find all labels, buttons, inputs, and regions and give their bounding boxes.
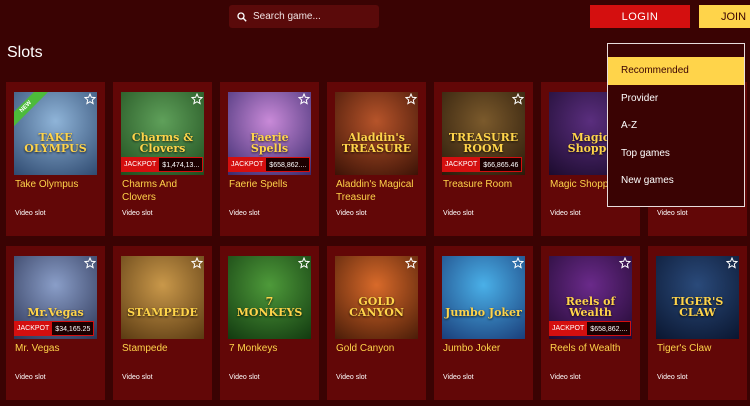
game-card[interactable]: Reels of Wealth JACKPOT $658,862.... Reels …	[541, 246, 640, 400]
jackpot-badge: JACKPOT $658,862....	[228, 157, 311, 172]
jackpot-amount: $66,865.46	[480, 157, 523, 172]
search-placeholder: Search game...	[253, 11, 321, 22]
jackpot-badge: JACKPOT $1,474,13...	[121, 157, 204, 172]
search-icon	[237, 11, 247, 22]
game-name[interactable]: Jumbo Joker	[443, 342, 527, 355]
game-thumbnail-title: TAKE OLYMPUS	[24, 130, 87, 156]
jackpot-badge: JACKPOT $66,865.46	[442, 157, 523, 172]
game-thumbnail-title: Reels of Wealth	[565, 294, 616, 320]
game-card[interactable]: Aladdin's TREASURE Aladdin's Magical Trea…	[327, 82, 426, 236]
jackpot-badge: JACKPOT $658,862....	[549, 321, 632, 336]
game-card[interactable]: Faerie Spells JACKPOT $658,862.... Faerie S…	[220, 82, 319, 236]
game-card[interactable]: Jumbo Joker Jumbo Joker Video slot	[434, 246, 533, 400]
favorite-star-icon[interactable]	[618, 256, 632, 269]
game-name[interactable]: Treasure Room	[443, 178, 527, 191]
game-thumbnail-title: Aladdin's TREASURE	[341, 130, 412, 156]
game-name[interactable]: Stampede	[122, 342, 206, 355]
sort-option-a-z[interactable]: A-Z	[608, 112, 744, 140]
login-button[interactable]: LOGIN	[590, 5, 690, 28]
favorite-star-icon[interactable]	[404, 92, 418, 105]
game-thumbnail-title: Mr.Vegas	[27, 306, 84, 320]
favorite-star-icon[interactable]	[297, 256, 311, 269]
game-name[interactable]: Aladdin's Magical Treasure	[336, 178, 420, 204]
game-card[interactable]: Charms & Clovers JACKPOT $1,474,13... Charm…	[113, 82, 212, 236]
game-type: Video slot	[15, 210, 46, 217]
jackpot-label: JACKPOT	[442, 157, 481, 172]
jackpot-amount: $658,862....	[266, 157, 311, 172]
favorite-star-icon[interactable]	[190, 256, 204, 269]
game-type: Video slot	[657, 210, 688, 217]
favorite-star-icon[interactable]	[297, 92, 311, 105]
game-type: Video slot	[229, 210, 260, 217]
favorite-star-icon[interactable]	[83, 92, 97, 105]
game-thumbnail-title: Charms & Clovers	[131, 130, 194, 156]
game-name[interactable]: 7 Monkeys	[229, 342, 313, 355]
game-card[interactable]: Mr.Vegas JACKPOT $34,165.25 Mr. Vegas Video …	[6, 246, 105, 400]
game-name[interactable]: Faerie Spells	[229, 178, 313, 191]
sort-option-provider[interactable]: Provider	[608, 85, 744, 113]
game-type: Video slot	[657, 374, 688, 381]
jackpot-label: JACKPOT	[549, 321, 588, 336]
game-type: Video slot	[15, 374, 46, 381]
favorite-star-icon[interactable]	[404, 256, 418, 269]
favorite-star-icon[interactable]	[190, 92, 204, 105]
jackpot-amount: $658,862....	[587, 321, 632, 336]
join-button[interactable]: JOIN	[699, 5, 750, 28]
jackpot-label: JACKPOT	[14, 321, 53, 336]
game-name[interactable]: Take Olympus	[15, 178, 99, 191]
favorite-star-icon[interactable]	[725, 256, 739, 269]
game-name[interactable]: Mr. Vegas	[15, 342, 99, 355]
game-card[interactable]: TIGER'S CLAW Tiger's Claw Video slot	[648, 246, 747, 400]
game-card[interactable]: GOLD CANYON Gold Canyon Video slot	[327, 246, 426, 400]
game-type: Video slot	[229, 374, 260, 381]
game-thumbnail-title: STAMPEDE	[127, 306, 198, 320]
jackpot-label: JACKPOT	[228, 157, 267, 172]
sort-option-recommended[interactable]: Recommended	[608, 57, 744, 85]
game-type: Video slot	[443, 374, 474, 381]
jackpot-amount: $34,165.25	[52, 321, 95, 336]
game-name[interactable]: Reels of Wealth	[550, 342, 634, 355]
new-badge: NEW	[14, 92, 48, 129]
game-thumbnail-title: TREASURE ROOM	[448, 130, 519, 156]
game-name[interactable]: Tiger's Claw	[657, 342, 741, 355]
game-thumbnail-title: TIGER'S CLAW	[671, 294, 724, 320]
game-name[interactable]: Charms And Clovers	[122, 178, 206, 204]
sort-dropdown-menu: Recommended Provider A-Z Top games New games	[607, 43, 745, 207]
game-thumbnail-title: 7 MONKEYS	[236, 294, 303, 320]
game-type: Video slot	[336, 374, 367, 381]
game-type: Video slot	[550, 374, 581, 381]
game-name[interactable]: Gold Canyon	[336, 342, 420, 355]
game-card[interactable]: STAMPEDE Stampede Video slot	[113, 246, 212, 400]
sort-option-new-games[interactable]: New games	[608, 167, 744, 195]
game-card[interactable]: TREASURE ROOM JACKPOT $66,865.46 Treasure R…	[434, 82, 533, 236]
page-title: Slots	[7, 44, 43, 61]
game-type: Video slot	[550, 210, 581, 217]
jackpot-badge: JACKPOT $34,165.25	[14, 321, 95, 336]
favorite-star-icon[interactable]	[511, 256, 525, 269]
game-thumbnail-title: GOLD CANYON	[349, 294, 404, 320]
game-card[interactable]: TAKE OLYMPUS NEW Take Olympus Video slot	[6, 82, 105, 236]
jackpot-label: JACKPOT	[121, 157, 160, 172]
game-type: Video slot	[336, 210, 367, 217]
game-card[interactable]: 7 MONKEYS 7 Monkeys Video slot	[220, 246, 319, 400]
search-input[interactable]: Search game...	[229, 5, 379, 28]
game-type: Video slot	[443, 210, 474, 217]
jackpot-amount: $1,474,13...	[159, 157, 204, 172]
sort-option-top-games[interactable]: Top games	[608, 140, 744, 168]
game-thumbnail-title: Jumbo Joker	[445, 306, 522, 320]
game-thumbnail-title: Faerie Spells	[250, 130, 289, 156]
favorite-star-icon[interactable]	[511, 92, 525, 105]
game-type: Video slot	[122, 374, 153, 381]
favorite-star-icon[interactable]	[83, 256, 97, 269]
game-type: Video slot	[122, 210, 153, 217]
